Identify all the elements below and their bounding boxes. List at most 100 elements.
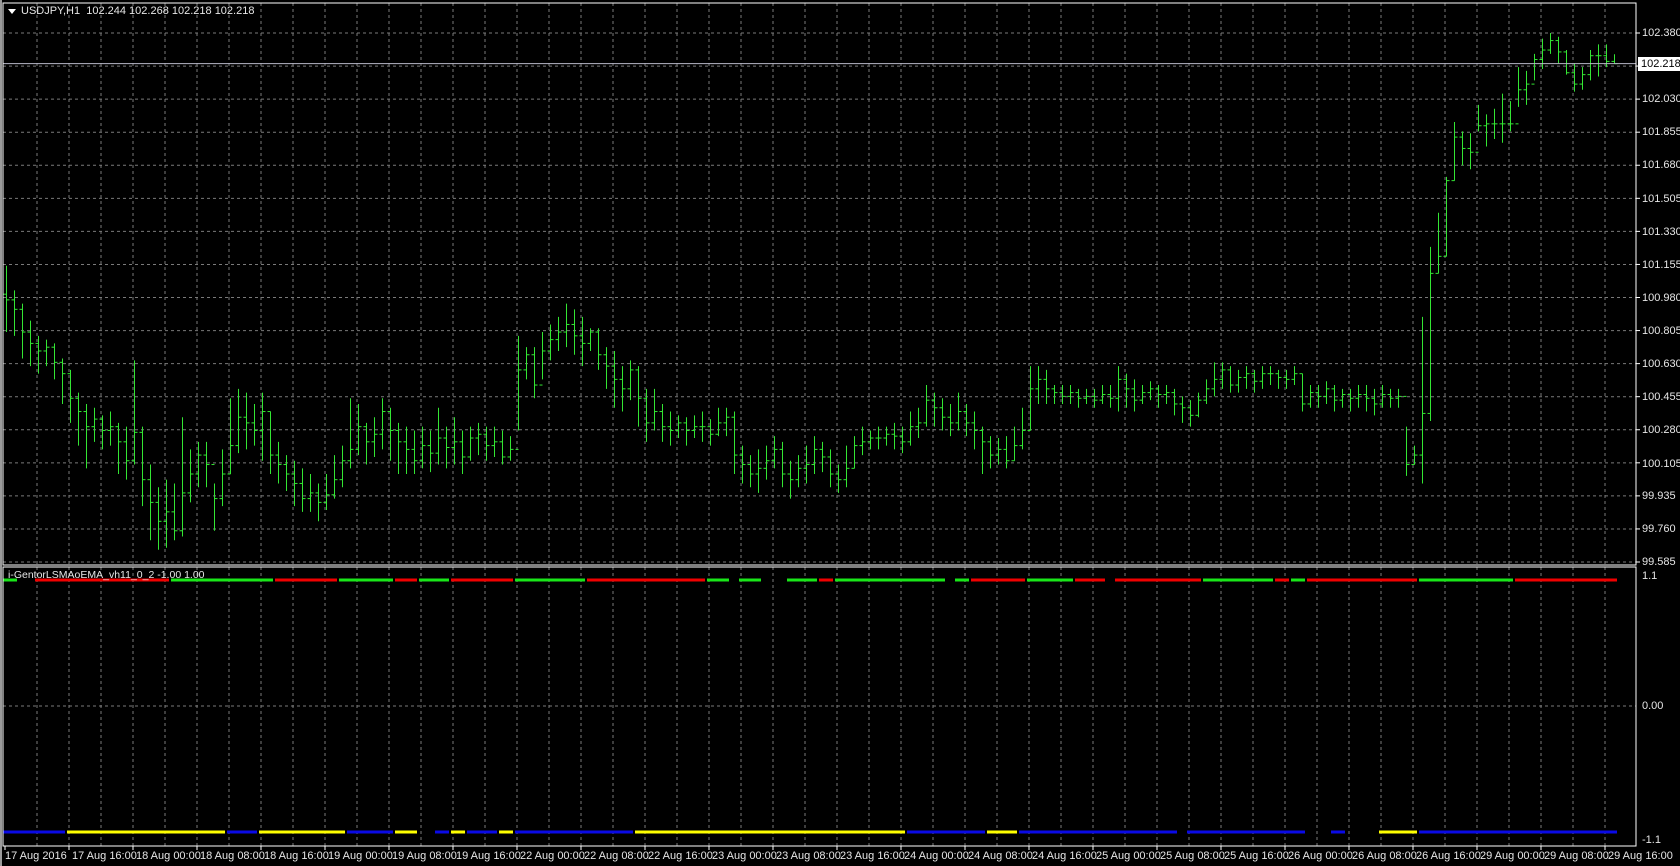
price-bar bbox=[1227, 366, 1234, 393]
price-bar bbox=[1243, 366, 1250, 389]
price-bar bbox=[811, 436, 818, 474]
time-tick-label: 19 Aug 00:00 bbox=[328, 850, 393, 862]
price-bar bbox=[659, 403, 666, 442]
indicator-label: i-GentorLSMAoEMA_vh11_0_2 -1.00 1.00 bbox=[8, 569, 205, 581]
price-tick-label: 100.805 bbox=[1642, 325, 1680, 338]
main-pane-border bbox=[2, 2, 1637, 566]
time-tick-label: 22 Aug 00:00 bbox=[520, 850, 585, 862]
ohlc-values: 102.244 102.268 102.218 102.218 bbox=[86, 5, 255, 17]
price-bar bbox=[715, 407, 722, 437]
price-bar bbox=[1099, 385, 1106, 404]
price-bar bbox=[819, 441, 826, 473]
price-bar bbox=[363, 422, 370, 465]
price-bar bbox=[731, 411, 738, 474]
symbol-label: USDJPY,H1 bbox=[21, 5, 81, 17]
price-bar bbox=[1339, 388, 1346, 408]
price-bar bbox=[843, 445, 850, 488]
price-bar bbox=[979, 426, 986, 474]
price-bar bbox=[1435, 212, 1442, 274]
price-bar bbox=[19, 303, 26, 359]
indicator-tick-label: 1.1 bbox=[1642, 570, 1658, 582]
dropdown-triangle-icon[interactable] bbox=[8, 8, 16, 14]
price-bar bbox=[523, 347, 530, 380]
chart-canvas[interactable] bbox=[0, 0, 1680, 866]
price-bar bbox=[675, 415, 682, 439]
time-tick-label: 29 Aug 00:00 bbox=[1480, 850, 1545, 862]
price-bar bbox=[1611, 54, 1618, 65]
price-bar bbox=[1187, 400, 1194, 427]
time-tick-label: 25 Aug 16:00 bbox=[1224, 850, 1289, 862]
price-bar bbox=[35, 335, 42, 374]
current-price-label: 102.218 bbox=[1638, 56, 1680, 71]
time-tick-label: 24 Aug 08:00 bbox=[968, 850, 1033, 862]
price-bar bbox=[931, 392, 938, 427]
price-bar bbox=[779, 441, 786, 488]
time-tick-label: 19 Aug 08:00 bbox=[392, 850, 457, 862]
price-bar bbox=[579, 316, 586, 367]
price-bar bbox=[947, 403, 954, 437]
price-bar bbox=[987, 436, 994, 469]
price-tick-label: 101.505 bbox=[1642, 192, 1680, 205]
price-bar bbox=[1387, 388, 1394, 408]
price-bar bbox=[507, 436, 514, 461]
price-tick-label: 101.855 bbox=[1642, 126, 1680, 139]
price-bar bbox=[971, 411, 978, 450]
time-tick-label: 26 Aug 08:00 bbox=[1352, 850, 1417, 862]
price-bar bbox=[1579, 67, 1586, 90]
price-bar bbox=[299, 468, 306, 512]
price-bar bbox=[619, 366, 626, 412]
price-bar bbox=[1259, 366, 1266, 389]
indicator-tick-label: 0.00 bbox=[1642, 700, 1664, 712]
chart-title[interactable]: USDJPY,H1 102.244 102.268 102.218 102.21… bbox=[8, 5, 254, 18]
price-bar bbox=[1003, 436, 1010, 469]
price-tick-label: 99.760 bbox=[1642, 522, 1676, 535]
price-bar bbox=[451, 417, 458, 465]
price-bar bbox=[899, 426, 906, 454]
price-bar bbox=[1075, 388, 1082, 408]
price-bar bbox=[355, 403, 362, 456]
price-bar bbox=[443, 426, 450, 469]
price-bar bbox=[1523, 70, 1530, 105]
price-bar bbox=[547, 324, 554, 361]
time-tick-label: 23 Aug 08:00 bbox=[776, 850, 841, 862]
price-bar bbox=[955, 392, 962, 431]
price-bar bbox=[1395, 388, 1402, 408]
price-bar bbox=[195, 441, 202, 488]
price-bar bbox=[459, 430, 466, 474]
price-bar bbox=[179, 417, 186, 537]
price-bar bbox=[563, 303, 570, 348]
price-bar bbox=[1123, 373, 1130, 408]
price-bar bbox=[387, 407, 394, 461]
price-bar bbox=[491, 426, 498, 457]
price-bar bbox=[307, 473, 314, 512]
price-bar bbox=[403, 426, 410, 474]
time-tick-label: 23 Aug 16:00 bbox=[840, 850, 905, 862]
price-bar bbox=[851, 436, 858, 469]
price-bar bbox=[1091, 388, 1098, 408]
price-tick-label: 99.935 bbox=[1642, 489, 1676, 502]
price-bar bbox=[1499, 93, 1506, 143]
price-bar bbox=[283, 455, 290, 492]
price-bar bbox=[739, 445, 746, 484]
price-bar bbox=[771, 436, 778, 469]
price-bar bbox=[243, 392, 250, 450]
price-bar bbox=[419, 426, 426, 469]
price-bar bbox=[187, 449, 194, 503]
price-bar bbox=[667, 411, 674, 446]
price-bar bbox=[643, 388, 650, 442]
price-bar bbox=[995, 438, 1002, 465]
price-bar bbox=[83, 403, 90, 469]
price-tick-label: 100.455 bbox=[1642, 391, 1680, 404]
price-bar bbox=[891, 422, 898, 450]
price-bar bbox=[1235, 369, 1242, 393]
time-tick-label: 17 Aug 16:00 bbox=[72, 850, 137, 862]
price-bar bbox=[91, 407, 98, 442]
price-bar bbox=[371, 417, 378, 457]
price-bar bbox=[411, 430, 418, 474]
price-bar bbox=[1587, 50, 1594, 81]
price-bar bbox=[1459, 131, 1466, 166]
time-tick-label: 22 Aug 16:00 bbox=[648, 850, 713, 862]
price-bar bbox=[1571, 63, 1578, 92]
price-bar bbox=[1419, 316, 1426, 484]
price-bar bbox=[1115, 366, 1122, 412]
